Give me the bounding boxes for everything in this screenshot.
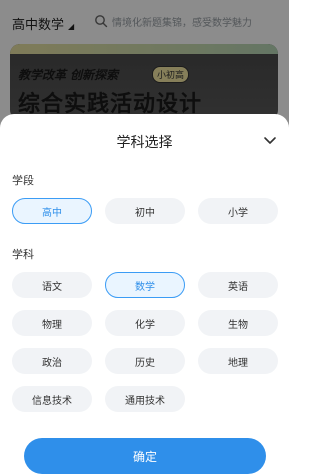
stage-chip[interactable]: 小学 [198, 198, 278, 224]
subject-chip[interactable]: 语文 [12, 272, 92, 298]
subject-chip[interactable]: 信息技术 [12, 386, 92, 412]
sheet-title: 学科选择 [116, 135, 173, 151]
subject-chip[interactable]: 历史 [105, 348, 185, 374]
subject-chip[interactable]: 数学 [105, 272, 185, 298]
subject-chip[interactable]: 化学 [105, 310, 185, 336]
subject-chip[interactable]: 英语 [198, 272, 278, 298]
subject-chip[interactable]: 生物 [198, 310, 278, 336]
stage-chip[interactable]: 高中 [12, 198, 92, 224]
stage-chip[interactable]: 初中 [105, 198, 185, 224]
chevron-down-icon[interactable] [262, 132, 278, 148]
subject-chip[interactable]: 通用技术 [105, 386, 185, 412]
confirm-button[interactable]: 确定 [24, 438, 266, 474]
subject-section-label: 学科 [12, 248, 34, 261]
subject-select-sheet: 学科选择 学段 高中 初中 小学 学科 语文 数学 英语物理 化学 生物政治 历史 地理信息技术… [0, 114, 289, 460]
subject-chip[interactable]: 地理 [198, 348, 278, 374]
stage-section-label: 学段 [12, 174, 34, 187]
subject-chip[interactable]: 物理 [12, 310, 92, 336]
subject-chip[interactable]: 政治 [12, 348, 92, 374]
